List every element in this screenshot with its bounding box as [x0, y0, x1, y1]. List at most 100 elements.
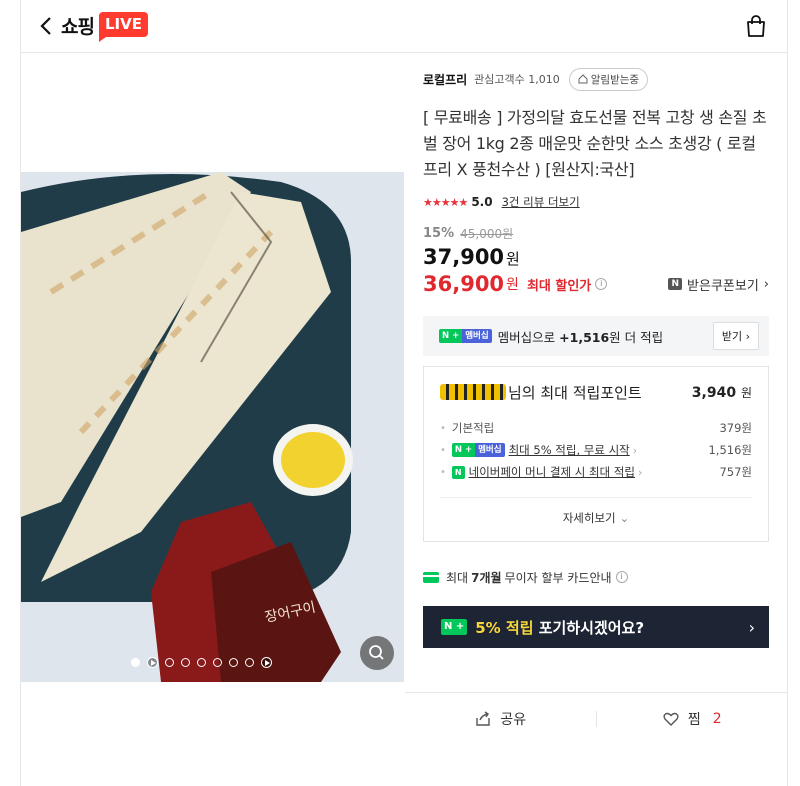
points-row-value: 757원	[719, 465, 752, 479]
share-button[interactable]: 공유	[405, 693, 596, 745]
discount-row: 15% 45,000원	[423, 225, 769, 242]
chevron-right-icon: ›	[763, 276, 769, 292]
coupon-link[interactable]: N 받은쿠폰보기 ›	[668, 275, 769, 294]
bullet-dot: •	[440, 422, 446, 434]
bullet-dot: •	[440, 466, 446, 478]
naver-n-icon: N	[668, 278, 683, 290]
membership-box: N + 멤버십 멤버십으로 +1,516원 더 적립 받기 ›	[423, 316, 769, 356]
shopping-bag-icon[interactable]	[745, 14, 767, 38]
back-arrow-icon[interactable]	[37, 14, 57, 38]
membership-label: 멤버십	[475, 443, 505, 457]
star-rating-icon: ★★★★★	[423, 195, 468, 209]
bottom-actions: 공유 찜 2	[405, 692, 787, 744]
eel-photo: 장어구이	[21, 172, 404, 682]
points-total-unit: 원	[740, 385, 752, 400]
naver-plus-label: N +	[441, 619, 468, 635]
chevron-down-icon: ⌄	[619, 510, 630, 525]
points-row-membership[interactable]: • N + 멤버십 최대 5% 적립, 무료 시작 › 1,516원	[440, 439, 752, 461]
gallery-dot[interactable]	[131, 658, 140, 667]
gallery-dot[interactable]	[245, 658, 254, 667]
naver-plus-membership-icon: N + 멤버십	[439, 329, 492, 343]
points-row-basic: • 기본적립 379원	[440, 417, 752, 439]
notify-button[interactable]: 알림받는중	[568, 67, 649, 91]
gallery-dot[interactable]	[197, 658, 206, 667]
points-head: 님의 최대 적립포인트 3,940 원	[440, 381, 752, 403]
points-row-naverpay[interactable]: • N 네이버페이 머니 결제 시 최대 적립 › 757원	[440, 461, 752, 483]
naver-plus-icon: N +	[441, 619, 468, 635]
points-row-link[interactable]: 최대 5% 적립, 무료 시작	[509, 442, 630, 458]
heart-icon	[663, 712, 679, 726]
card-installment-row[interactable]: 최대 7개월 무이자 할부 카드안내 i	[423, 567, 769, 587]
credit-card-icon	[423, 571, 439, 583]
home-bell-icon	[578, 74, 588, 84]
magnifier-icon	[369, 645, 384, 660]
chevron-right-icon: ›	[632, 443, 638, 457]
membership-label: 멤버십	[462, 329, 492, 343]
shopping-brand[interactable]: 쇼핑	[61, 12, 95, 39]
card-prefix: 최대	[446, 570, 469, 585]
banner-highlight: 5% 적립	[475, 618, 534, 637]
gallery-video-dot[interactable]	[147, 657, 158, 668]
naver-plus-label: N +	[451, 443, 476, 457]
sale-price: 37,900	[423, 245, 505, 269]
points-total: 3,940 원	[692, 384, 752, 401]
max-discount-unit: 원	[506, 277, 519, 293]
gallery-dot[interactable]	[229, 658, 238, 667]
product-info-panel: 로컬프리 관심고객수 1,010 알림받는중 [ 무료배송 ] 가정의달 효도선…	[423, 66, 769, 648]
price-row: 37,900 원	[423, 245, 769, 269]
review-link[interactable]: 3건 리뷰 더보기	[502, 194, 580, 210]
gallery-dot[interactable]	[165, 658, 174, 667]
share-label: 공유	[500, 711, 527, 728]
product-title: [ 무료배송 ] 가정의달 효도선물 전복 고창 생 손질 초벌 장어 1kg …	[423, 108, 767, 179]
detail-label: 자세히보기	[562, 510, 616, 525]
rating-row: ★★★★★ 5.0 3건 리뷰 더보기	[423, 193, 769, 211]
share-icon	[476, 710, 491, 726]
gallery-video-dot[interactable]	[261, 657, 272, 668]
coupon-label: 받은쿠폰보기	[687, 278, 759, 294]
naver-plus-label: N +	[439, 329, 463, 343]
points-list: • 기본적립 379원 • N + 멤버십 최대 5% 적립, 무료 시작 › 1…	[440, 417, 752, 483]
points-row-value: 1,516원	[708, 443, 752, 457]
banner-body: 포기하시겠어요?	[533, 618, 645, 637]
receive-label: 받기	[721, 330, 743, 343]
max-discount-price: 36,900	[423, 272, 505, 296]
discount-rate: 15%	[423, 226, 455, 241]
gallery-dot[interactable]	[213, 658, 222, 667]
receive-button[interactable]: 받기 ›	[712, 322, 759, 350]
membership-banner[interactable]: N + 5% 적립 포기하시겠어요? ›	[423, 606, 769, 648]
membership-text: 멤버십으로 +1,516원 더 적립	[498, 327, 663, 346]
notify-label: 알림받는중	[590, 73, 640, 86]
store-name[interactable]: 로컬프리	[423, 71, 467, 88]
gallery-dots	[131, 657, 272, 668]
points-row-link[interactable]: 네이버페이 머니 결제 시 최대 적립	[469, 464, 635, 480]
naver-plus-membership-icon: N + 멤버십	[451, 443, 505, 457]
membership-amount: +1,516	[559, 329, 610, 345]
bullet-dot: •	[440, 444, 446, 456]
membership-prefix: 멤버십으로	[497, 329, 560, 345]
zoom-button[interactable]	[360, 636, 394, 670]
live-badge[interactable]: LIVE	[99, 12, 148, 42]
points-title: 님의 최대 적립포인트	[508, 383, 642, 402]
points-total-value: 3,940	[691, 384, 737, 401]
sale-price-unit: 원	[506, 250, 520, 268]
points-row-value: 379원	[719, 421, 752, 435]
fans-count: 관심고객수 1,010	[474, 73, 560, 86]
points-row-label: 기본적립	[451, 421, 495, 435]
membership-suffix: 원 더 적립	[609, 329, 664, 345]
like-label: 찜	[687, 711, 701, 728]
chevron-right-icon: ›	[748, 617, 755, 637]
like-button[interactable]: 찜 2	[597, 693, 788, 745]
naverpay-n-icon: N	[451, 465, 465, 479]
banner-text: 5% 적립 포기하시겠어요?	[475, 617, 644, 638]
gallery-dot[interactable]	[181, 658, 190, 667]
card-months: 7개월	[471, 570, 502, 585]
product-image[interactable]: 장어구이	[21, 172, 404, 682]
detail-button[interactable]: 자세히보기 ⌄	[440, 497, 752, 537]
like-count: 2	[712, 710, 722, 727]
info-icon[interactable]: i	[595, 278, 608, 290]
page-frame: 쇼핑 LIVE 장어구이 로컬프리 관심고객수 1,010 알림받는중 [무료…	[20, 0, 788, 786]
info-icon[interactable]: i	[615, 571, 628, 583]
original-price: 45,000원	[460, 227, 514, 241]
max-discount-label: 최대 할인가	[526, 278, 592, 294]
rating-score: 5.0	[471, 195, 493, 209]
